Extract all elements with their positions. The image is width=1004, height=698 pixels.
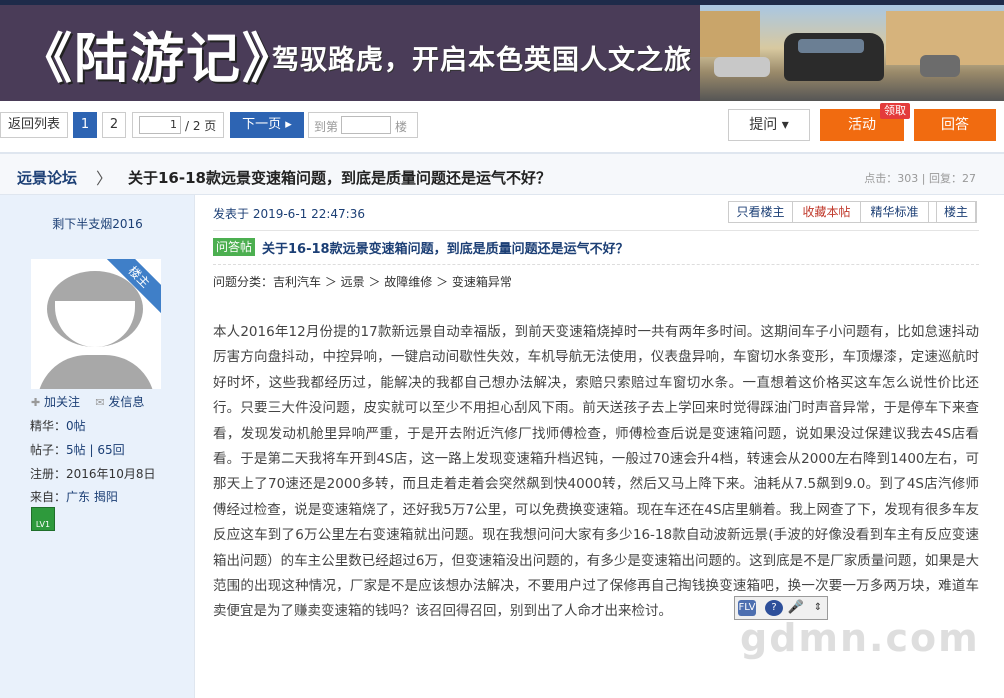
claim-badge[interactable]: 领取 [880, 103, 910, 119]
floor-number-input[interactable] [341, 116, 391, 134]
essence-standard-button[interactable]: 精华标准 [861, 202, 929, 222]
avatar-body-shape [37, 355, 155, 389]
info-label: 精华： [30, 419, 67, 433]
mail-icon: ✉ [95, 396, 105, 409]
ask-question-button[interactable]: 提问 ▾ [728, 109, 810, 141]
author-info-posts: 帖子：5帖 | 65回 [30, 441, 125, 458]
author-actions: ✚ 加关注 ✉ 发信息 [31, 393, 144, 410]
send-message-button[interactable]: 发信息 [108, 395, 144, 409]
thread-stats: 点击：303 | 回复：27 [864, 172, 976, 185]
level-badge-icon: LV1 [31, 507, 55, 531]
scroll-icon[interactable]: ⇕ [809, 600, 827, 616]
info-value: 2016年10月8日 [66, 467, 156, 481]
info-label: 帖子： [30, 443, 67, 457]
banner-logo: 《陆游记》 [18, 26, 298, 90]
page-jump: 1 / 2 页 [132, 112, 224, 138]
follow-button[interactable]: 加关注 [44, 395, 80, 409]
back-to-list-button[interactable]: 返回列表 [0, 112, 68, 138]
top-banner[interactable]: 《陆游记》 驾驭路虎，开启本色英国人文之旅 [0, 0, 1004, 101]
post-actions: 只看楼主 收藏本帖 精华标准 楼主 [728, 201, 977, 223]
avatar[interactable]: 楼主 [31, 259, 161, 389]
info-label: 注册： [30, 467, 67, 481]
page-total-text: / 2 页 [185, 119, 217, 133]
page-number-input[interactable]: 1 [139, 116, 181, 134]
thread-title-bar: 远景论坛 〉 关于16-18款远景变速箱问题，到底是质量问题还是运气不好？ 点击… [0, 152, 1004, 195]
forum-link[interactable]: 远景论坛 [17, 167, 77, 188]
plus-icon: ✚ [31, 396, 41, 409]
page-1-button[interactable]: 1 [73, 112, 97, 138]
thread-title: 关于16-18款远景变速箱问题，到底是质量问题还是运气不好？ [128, 169, 551, 187]
building-image [700, 11, 760, 57]
car-image [920, 55, 960, 77]
floor-label: 楼主 [936, 202, 976, 222]
microphone-icon[interactable]: 🎤 [787, 600, 805, 616]
divider [213, 264, 979, 265]
author-info-registered: 注册：2016年10月8日 [30, 465, 155, 482]
post-body: 本人2016年12月份提的17款新远景自动幸福版，到前天变速箱烧掉时一共有两年多… [213, 324, 979, 620]
qa-tag: 问答帖 [213, 238, 255, 256]
banner-car-photo [700, 5, 1004, 101]
info-value[interactable]: 广东 揭阳 [66, 490, 118, 504]
reply-button[interactable]: 回答 [914, 109, 996, 141]
post-category-breadcrumb[interactable]: 问题分类：吉利汽车 ＞ 远景 ＞ 故障维修 ＞ 变速箱异常 [213, 273, 512, 290]
watermark: gdmn.com [740, 616, 980, 660]
banner-slogan: 驾驭路虎，开启本色英国人文之旅 [272, 45, 692, 76]
post-date: 发表于 2019-6-1 22:47:36 [213, 207, 365, 221]
help-icon[interactable]: ? [765, 600, 783, 616]
info-label: 来自： [30, 490, 67, 504]
floor-jump: 到第 楼 [308, 112, 418, 138]
author-info-essence: 精华：0帖 [30, 417, 86, 434]
post-title: 关于16-18款远景变速箱问题，到底是质量问题还是运气不好？ [262, 242, 629, 257]
page-2-button[interactable]: 2 [102, 112, 126, 138]
author-panel: 剩下半支烟2016 楼主 ✚ 加关注 ✉ 发信息 精华：0帖 帖子：5帖 | 6… [0, 195, 195, 698]
next-page-button[interactable]: 下一页 ▸ [230, 112, 304, 138]
pagination-bar: 返回列表 1 2 1 / 2 页 下一页 ▸ 到第 楼 提问 ▾ 活动 领取 回… [0, 103, 1004, 141]
flv-icon[interactable]: FLV [738, 600, 756, 616]
suv-image [784, 33, 884, 81]
floor-jump-suffix: 楼 [395, 120, 408, 134]
author-name[interactable]: 剩下半支烟2016 [0, 215, 195, 232]
info-value[interactable]: 0帖 [66, 419, 86, 433]
car-image [714, 57, 770, 77]
breadcrumb-separator-icon: 〉 [96, 169, 113, 188]
divider [213, 230, 979, 231]
floor-jump-prefix: 到第 [314, 120, 339, 134]
author-info-location: 来自：广东 揭阳 [30, 488, 118, 505]
favorite-button[interactable]: 收藏本帖 [793, 202, 861, 222]
info-value[interactable]: 5帖 | 65回 [66, 443, 125, 457]
only-op-button[interactable]: 只看楼主 [729, 202, 793, 222]
